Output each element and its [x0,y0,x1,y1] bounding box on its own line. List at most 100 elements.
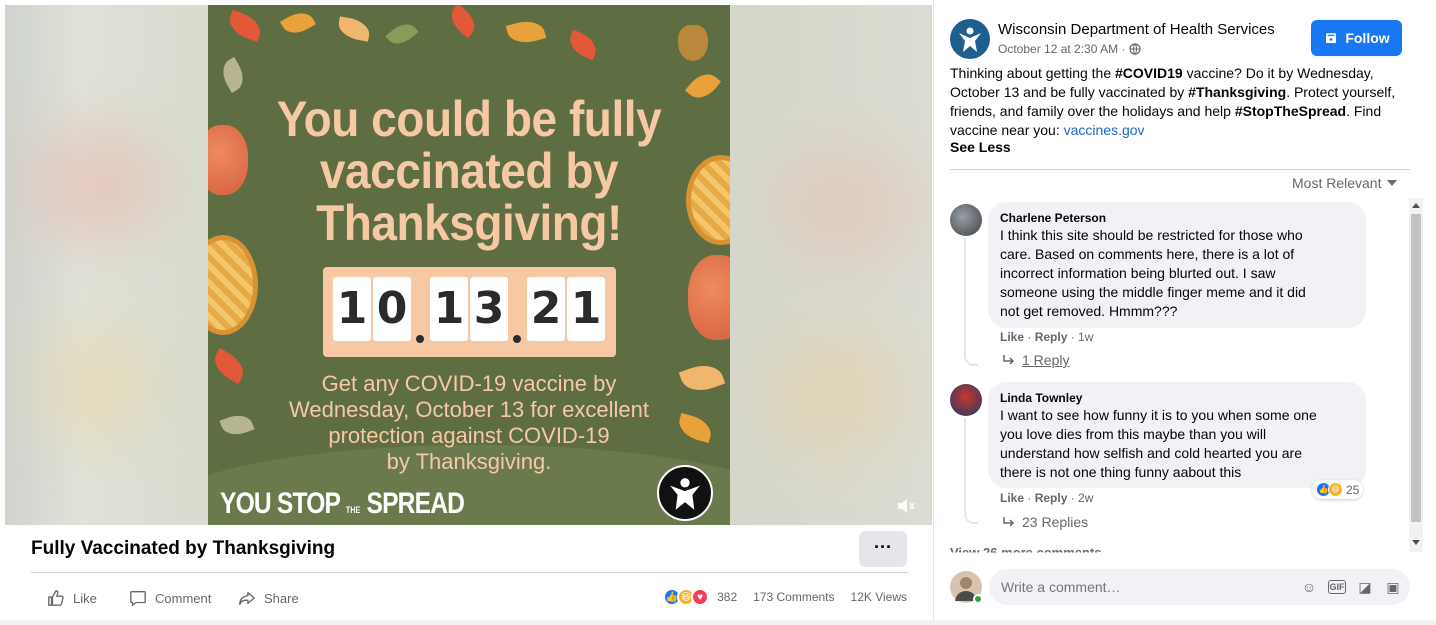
share-button[interactable]: Share [238,588,299,608]
page-avatar[interactable] [950,19,990,59]
comment-text-line: understand how selfish and cold hearted … [1000,445,1302,461]
hashtag-link[interactable]: #StopTheSpread [1235,103,1346,119]
avatar[interactable] [950,204,982,236]
like-button[interactable]: Like [47,588,97,608]
blurred-background [35,325,155,445]
replies-label: 1 Reply [1022,352,1070,368]
timestamp-text: October 12 at 2:30 AM · [998,42,1126,56]
leaf-decoration [336,16,372,42]
comment-sort-dropdown[interactable]: Most Relevant [1292,175,1398,191]
comments-list[interactable]: Charlene Peterson I think this site shou… [934,198,1414,554]
haha-reaction-icon: 😆 [1328,482,1343,497]
view-replies-link[interactable]: 23 Replies [1002,514,1088,530]
comment-button[interactable]: Comment [129,588,211,608]
hashtag-link[interactable]: #Thanksgiving [1188,84,1286,100]
comment-input-tools: ☺ GIF ◪ ▣ [1300,578,1402,596]
scroll-up-arrow-icon[interactable] [1412,203,1420,208]
comment-age[interactable]: 2w [1078,491,1093,505]
leaf-decoration [225,9,265,43]
sort-label: Most Relevant [1292,175,1382,191]
leaf-decoration [505,16,547,48]
gif-icon[interactable]: GIF [1328,580,1346,594]
sticker-icon[interactable]: ◪ [1356,578,1374,596]
scroll-down-arrow-icon[interactable] [1412,540,1420,545]
comment-text-line: I think this site should be restricted f… [1000,227,1303,243]
subtext-line: Get any COVID-19 vaccine by [321,371,617,396]
blurred-background [765,335,905,455]
acorn-decoration [678,25,708,61]
more-options-button[interactable]: ··· [859,531,907,567]
comment-author-link[interactable]: Linda Townley [1000,390,1354,406]
view-replies-link[interactable]: 1 Reply [1002,352,1069,368]
comment-reactions[interactable]: 👍 😆 25 [1312,480,1364,499]
post-stats: 👍 😆 ♥ 382 173 Comments 12K Views [663,588,907,606]
dhs-logo-icon [657,465,713,521]
poster-subtext: Get any COVID-19 vaccine by Wednesday, O… [208,371,730,475]
comments-scrollbar[interactable] [1409,198,1423,552]
reaction-icons[interactable]: 👍 😆 ♥ [663,588,710,606]
comment-like-link[interactable]: Like [1000,330,1024,344]
post-text-segment: Thinking about getting the [950,65,1116,81]
comment-reply-link[interactable]: Reply [1035,491,1068,505]
date-digit: 0 [373,277,411,341]
comment-like-link[interactable]: Like [1000,491,1024,505]
avatar[interactable] [950,384,982,416]
thread-connector [964,238,978,366]
post-timestamp[interactable]: October 12 at 2:30 AM · [998,42,1142,56]
comment-meta: Like · Reply · 1w [1000,330,1094,344]
leaf-decoration [385,18,419,50]
replies-label: 23 Replies [1022,514,1089,530]
globe-icon [1129,43,1142,55]
comment-text-line: someone using the middle finger meme and… [1000,284,1306,300]
pumpkin-decoration [688,255,730,340]
avatar-sticker-icon[interactable]: ▣ [1384,578,1402,596]
views-count: 12K Views [850,590,907,604]
you-stop-the-spread-logo: YOU STOP THE SPREAD [220,487,465,521]
brand-text: SPREAD [366,487,465,520]
vaccines-gov-link[interactable]: vaccines.gov [1064,122,1145,138]
comment-reply-link[interactable]: Reply [1035,330,1068,344]
comment-age[interactable]: 1w [1078,330,1093,344]
share-label: Share [264,590,299,606]
subtext-line: by Thanksgiving. [386,449,552,474]
reaction-count[interactable]: 382 [717,590,737,604]
comment-bubble: Charlene Peterson I think this site shou… [988,202,1366,328]
comment-text-line: you love dies from this maybe than you w… [1000,426,1267,442]
date-display: 1 0 1 3 2 1 [323,267,616,357]
video-player[interactable]: You could be fully vaccinated by Thanksg… [5,5,932,525]
reply-arrow-icon [1003,355,1015,365]
volume-muted-icon[interactable] [894,494,918,518]
comment-author-link[interactable]: Charlene Peterson [1000,210,1354,226]
follow-button[interactable]: Follow [1311,20,1402,56]
pie-decoration [208,235,258,335]
leaf-decoration [565,29,601,61]
video-title: Fully Vaccinated by Thanksgiving [31,538,336,559]
date-separator [513,335,521,343]
reaction-count: 25 [1346,482,1360,497]
share-arrow-icon [239,591,255,605]
divider [31,572,908,573]
date-digit: 1 [430,277,468,341]
page-name-link[interactable]: Wisconsin Department of Health Services [998,21,1275,38]
emoji-icon[interactable]: ☺ [1300,578,1318,596]
comment-text-line: incorrect information being blurted out.… [1000,265,1276,281]
caret-down-icon [1387,180,1398,186]
see-less-link[interactable]: See Less [950,139,1011,155]
hashtag-link[interactable]: #COVID19 [1115,65,1183,81]
brand-text: YOU STOP [220,487,341,520]
poster-headline: You could be fully vaccinated by Thanksg… [229,93,709,249]
comment-label: Comment [155,590,212,606]
thread-connector [964,418,978,524]
scrollbar-thumb[interactable] [1411,214,1421,522]
comments-count-link[interactable]: 173 Comments [753,590,834,604]
post-body-text: Thinking about getting the #COVID19 vacc… [950,64,1412,140]
blurred-background [25,125,165,245]
blurred-background [775,145,915,265]
follow-page-icon [1326,33,1337,43]
subtext-line: protection against COVID-19 [328,423,610,448]
subtext-line: Wednesday, October 13 for excellent [289,397,649,422]
date-digit: 2 [527,277,565,341]
leaf-decoration [280,6,316,40]
headline-line: Thanksgiving! [316,195,622,251]
comment-meta: Like · Reply · 2w [1000,491,1094,505]
